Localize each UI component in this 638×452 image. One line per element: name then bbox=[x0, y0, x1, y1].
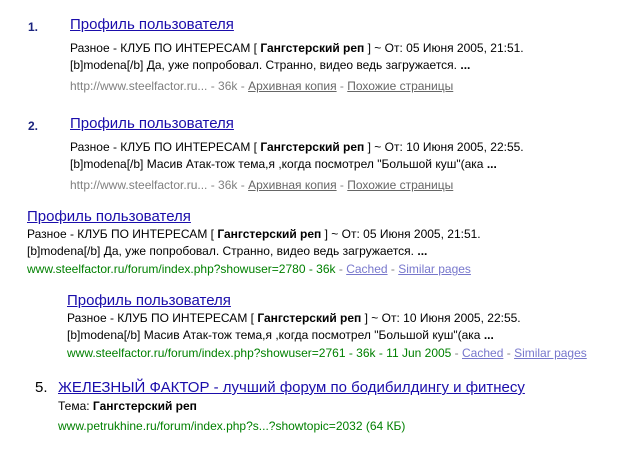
similar-pages-link[interactable]: Похожие страницы bbox=[347, 178, 453, 192]
result-title-link[interactable]: Профиль пользователя bbox=[70, 16, 234, 33]
result-url: www.petrukhine.ru/forum/index.php?s...?s… bbox=[58, 419, 406, 433]
search-result: 1. Профиль пользователя Разное - КЛУБ ПО… bbox=[0, 0, 638, 100]
cached-link[interactable]: Cached bbox=[346, 262, 387, 276]
cached-link[interactable]: Архивная копия bbox=[248, 178, 337, 192]
result-title-link[interactable]: Профиль пользователя bbox=[70, 115, 234, 132]
similar-pages-link[interactable]: Similar pages bbox=[398, 262, 471, 276]
result-url-line: http://www.steelfactor.ru... - 36k - Арх… bbox=[70, 178, 454, 192]
similar-pages-link[interactable]: Похожие страницы bbox=[347, 79, 453, 93]
result-snippet: Разное - КЛУБ ПО ИНТЕРЕСАМ [ Гангстерски… bbox=[67, 311, 521, 342]
result-snippet: Разное - КЛУБ ПО ИНТЕРЕСАМ [ Гангстерски… bbox=[70, 41, 524, 72]
result-title-link[interactable]: Профиль пользователя bbox=[27, 208, 191, 225]
cached-link[interactable]: Cached bbox=[462, 346, 503, 360]
result-number: 1. bbox=[28, 20, 39, 34]
cached-link[interactable]: Архивная копия bbox=[248, 79, 337, 93]
result-url: http://www.steelfactor.ru... bbox=[70, 178, 208, 192]
result-url-line: www.steelfactor.ru/forum/index.php?showu… bbox=[67, 346, 587, 360]
result-title-link[interactable]: Профиль пользователя bbox=[67, 292, 231, 309]
search-result: Профиль пользователя Разное - КЛУБ ПО ИН… bbox=[0, 290, 638, 362]
result-snippet: Разное - КЛУБ ПО ИНТЕРЕСАМ [ Гангстерски… bbox=[27, 227, 481, 258]
search-result: Профиль пользователя Разное - КЛУБ ПО ИН… bbox=[0, 206, 638, 278]
result-snippet: Тема: Гангстерский реп bbox=[58, 399, 197, 413]
result-number: 2. bbox=[28, 119, 39, 133]
search-result: 5. ЖЕЛЕЗНЫЙ ФАКТОР - лучший форум по бод… bbox=[0, 372, 638, 442]
similar-pages-link[interactable]: Similar pages bbox=[514, 346, 587, 360]
search-result: 2. Профиль пользователя Разное - КЛУБ ПО… bbox=[0, 108, 638, 198]
result-title-link[interactable]: ЖЕЛЕЗНЫЙ ФАКТОР - лучший форум по бодиби… bbox=[58, 379, 525, 396]
result-url-line: www.steelfactor.ru/forum/index.php?showu… bbox=[27, 262, 471, 276]
result-url-line: http://www.steelfactor.ru... - 36k - Арх… bbox=[70, 79, 454, 93]
result-url: www.steelfactor.ru/forum/index.php?showu… bbox=[27, 262, 336, 276]
result-number: 5. bbox=[35, 379, 48, 396]
result-url: http://www.steelfactor.ru... bbox=[70, 79, 208, 93]
result-snippet: Разное - КЛУБ ПО ИНТЕРЕСАМ [ Гангстерски… bbox=[70, 140, 524, 171]
result-url: www.steelfactor.ru/forum/index.php?showu… bbox=[67, 346, 452, 360]
